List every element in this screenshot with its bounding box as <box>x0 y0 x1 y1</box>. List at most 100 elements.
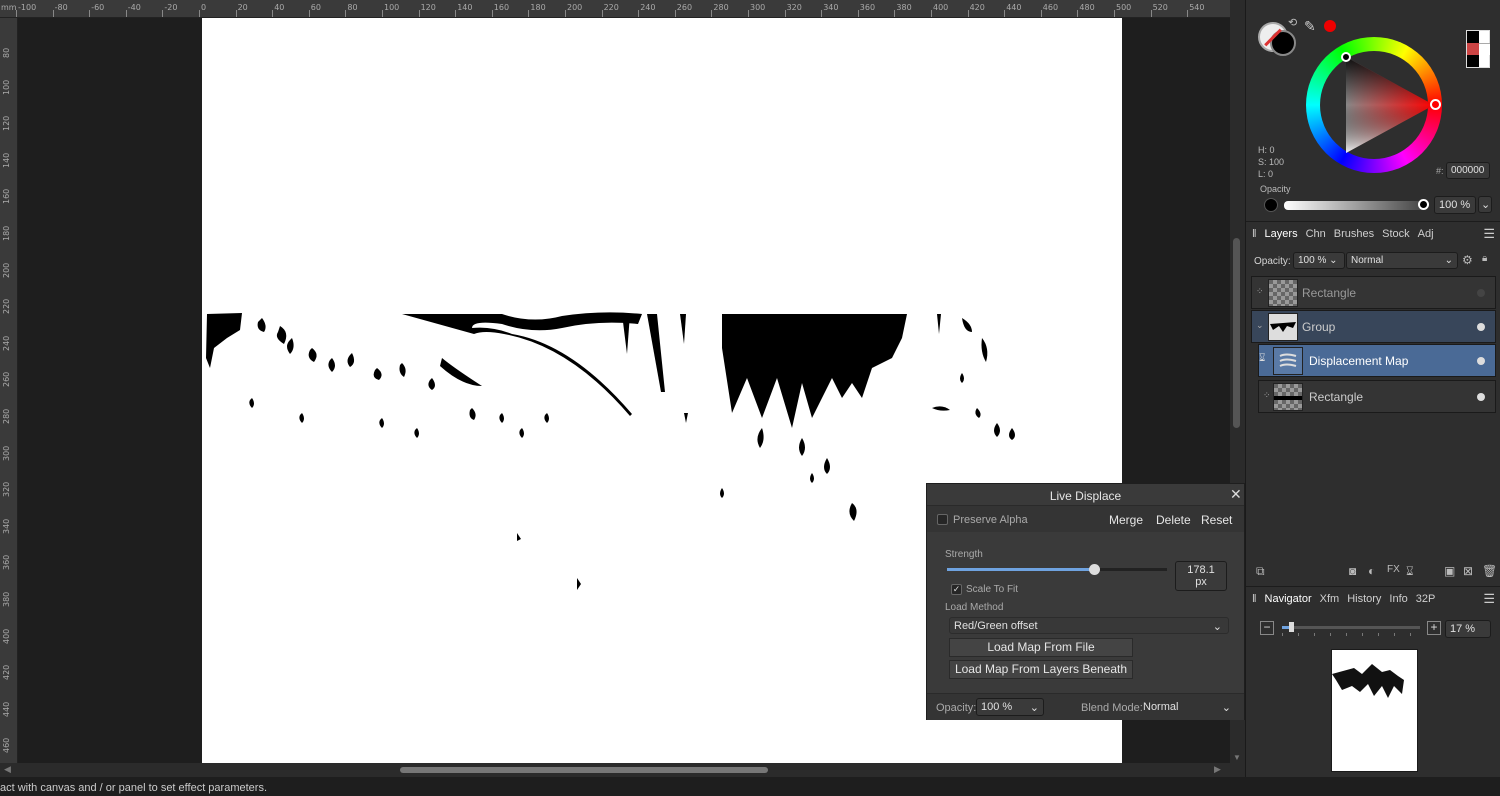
horizontal-ruler[interactable]: mm -100 -80 -60 -40 -20 0 20 40 60 80 100 120 140 160 1… <box>0 0 1230 18</box>
preserve-alpha-label: Preserve Alpha <box>953 514 1028 526</box>
ruler-tick-label: 220 <box>603 3 619 12</box>
dialog-title-bar[interactable]: Live Displace ✕ <box>927 484 1244 506</box>
strength-field[interactable]: 178.1 px <box>1175 561 1227 591</box>
ruler-unit-label: mm <box>1 3 17 12</box>
panel-grip-icon[interactable]: ‖ <box>1252 228 1257 240</box>
zoom-out-button[interactable]: − <box>1260 621 1274 635</box>
layers-blend-dropdown[interactable]: Normal ⌄ <box>1346 252 1458 269</box>
folder-icon[interactable]: ▣ <box>1444 564 1455 578</box>
horizontal-scrollbar[interactable]: ◀ ▶ <box>0 763 1245 777</box>
opacity-field[interactable]: 100 % <box>1434 196 1476 214</box>
panel-grip-icon[interactable]: ‖ <box>1252 593 1257 605</box>
colour-triangle[interactable] <box>1306 37 1442 173</box>
opacity-slider-handle[interactable] <box>1418 199 1429 210</box>
ruler-tick-label: 180 <box>2 225 11 241</box>
close-icon[interactable]: ✕ <box>1230 486 1242 503</box>
visibility-dot[interactable] <box>1477 357 1485 365</box>
ruler-tick-label: 280 <box>2 408 11 424</box>
lock-icon[interactable]: 🔒︎ <box>1482 253 1487 264</box>
delete-button[interactable]: Delete <box>1156 513 1191 527</box>
mask-icon[interactable]: ◙ <box>1349 564 1356 578</box>
tab-adjustments[interactable]: Adj <box>1418 228 1434 240</box>
scroll-right-icon[interactable]: ▶ <box>1214 764 1221 775</box>
preserve-alpha-checkbox[interactable] <box>937 514 948 525</box>
zoom-in-button[interactable]: + <box>1427 621 1441 635</box>
zoom-field[interactable]: 17 % <box>1445 620 1491 638</box>
layer-thumbnail <box>1273 383 1303 411</box>
visibility-dot[interactable] <box>1477 289 1485 297</box>
hue-handle[interactable] <box>1430 99 1441 110</box>
tab-info[interactable]: Info <box>1389 593 1407 605</box>
strength-slider-handle[interactable] <box>1089 564 1101 575</box>
reset-button[interactable]: Reset <box>1201 513 1232 527</box>
ruler-tick-label: 100 <box>2 79 11 95</box>
zoom-slider-handle[interactable] <box>1288 622 1294 632</box>
recent-colours[interactable] <box>1466 30 1490 68</box>
add-pixel-layer-icon[interactable]: ⊠ <box>1463 564 1473 578</box>
chevron-down-icon[interactable]: ⌄ <box>1256 320 1264 331</box>
vertical-ruler[interactable]: 80 100 120 140 160 180 200 220 240 260 280 300 320 34… <box>0 18 18 763</box>
ruler-tick-label: 240 <box>2 335 11 351</box>
fx-icon[interactable]: FX <box>1387 564 1400 575</box>
opacity-swatch <box>1264 198 1278 212</box>
adjustment-icon[interactable]: ◐ <box>1368 564 1375 578</box>
tab-navigator[interactable]: Navigator <box>1265 593 1312 605</box>
tab-channels[interactable]: Chn <box>1306 228 1326 240</box>
colour-picker-icon[interactable]: ✎ <box>1304 18 1316 35</box>
triangle-handle[interactable] <box>1341 52 1351 62</box>
ruler-tick-label: 340 <box>2 518 11 534</box>
opacity-slider[interactable] <box>1284 199 1429 210</box>
layer-options-icon[interactable]: ⧉ <box>1256 564 1265 579</box>
ruler-tick-label: 260 <box>2 372 11 388</box>
scroll-down-icon[interactable]: ▼ <box>1233 753 1241 762</box>
ruler-tick-label: 120 <box>420 3 436 12</box>
tab-32p[interactable]: 32P <box>1416 593 1436 605</box>
tab-history[interactable]: History <box>1347 593 1381 605</box>
swap-colours-icon[interactable]: ⟲ <box>1288 16 1297 29</box>
dialog-opacity-label: Opacity: <box>936 702 977 714</box>
tab-brushes[interactable]: Brushes <box>1334 228 1374 240</box>
layer-row[interactable]: ⁘ Rectangle <box>1258 380 1496 413</box>
picked-colour-swatch[interactable] <box>1324 20 1336 32</box>
navigator-preview[interactable] <box>1331 649 1418 772</box>
live-displace-dialog: Live Displace ✕ Preserve Alpha Merge Del… <box>926 483 1245 720</box>
load-method-dropdown[interactable]: Red/Green offset ⌄ <box>949 617 1229 634</box>
live-filter-icon[interactable]: ⌛︎ <box>1406 564 1414 579</box>
horizontal-scroll-thumb[interactable] <box>400 767 768 773</box>
visibility-dot[interactable] <box>1477 393 1485 401</box>
tab-transform[interactable]: Xfm <box>1320 593 1340 605</box>
right-studio-panels: ⟲ ✎ H: 0 S: 100 L: 0 #: 000000 Opacity 1… <box>1245 0 1500 777</box>
panel-menu-icon[interactable]: ☰ <box>1483 226 1495 242</box>
load-method-value: Red/Green offset <box>954 620 1038 632</box>
chevron-down-icon[interactable]: ⌄ <box>1478 196 1492 213</box>
strength-slider[interactable] <box>947 564 1167 575</box>
scale-to-fit-checkbox[interactable]: ✓ <box>951 584 962 595</box>
ruler-tick-label: 320 <box>2 481 11 498</box>
merge-button[interactable]: Merge <box>1109 513 1143 527</box>
zoom-slider[interactable] <box>1282 622 1420 636</box>
panel-menu-icon[interactable]: ☰ <box>1483 591 1495 607</box>
layer-row[interactable]: ⌛︎ Displacement Map <box>1258 344 1496 377</box>
tab-stock[interactable]: Stock <box>1382 228 1410 240</box>
load-map-from-file-button[interactable]: Load Map From File <box>949 638 1133 657</box>
vertical-scroll-thumb[interactable] <box>1233 238 1240 428</box>
layer-name: Rectangle <box>1302 286 1357 300</box>
colour-wheel[interactable] <box>1306 37 1442 173</box>
layer-row[interactable]: ⁘ Rectangle <box>1251 276 1496 309</box>
dialog-opacity-dropdown[interactable]: 100 % ⌄ <box>976 698 1044 716</box>
hex-input[interactable]: 000000 <box>1446 162 1490 179</box>
colour-panel: ⟲ ✎ H: 0 S: 100 L: 0 #: 000000 Opacity 1… <box>1246 0 1500 220</box>
ruler-tick-label: 80 <box>2 47 11 58</box>
layers-opacity-value: 100 % <box>1298 255 1327 266</box>
ruler-tick-label: 0 <box>201 3 207 12</box>
layer-row[interactable]: ⌄ Group <box>1251 310 1496 343</box>
gear-icon[interactable]: ⚙ <box>1462 253 1473 267</box>
visibility-dot[interactable] <box>1477 323 1485 331</box>
ruler-tick-label: 180 <box>530 3 546 12</box>
scroll-left-icon[interactable]: ◀ <box>4 764 11 775</box>
layers-opacity-dropdown[interactable]: 100 % ⌄ <box>1293 252 1345 269</box>
tab-layers[interactable]: Layers <box>1265 228 1298 240</box>
dialog-blend-dropdown[interactable]: Normal ⌄ <box>1139 698 1235 716</box>
load-map-from-layers-button[interactable]: Load Map From Layers Beneath <box>949 660 1133 679</box>
trash-icon[interactable]: 🗑︎ <box>1482 564 1497 578</box>
